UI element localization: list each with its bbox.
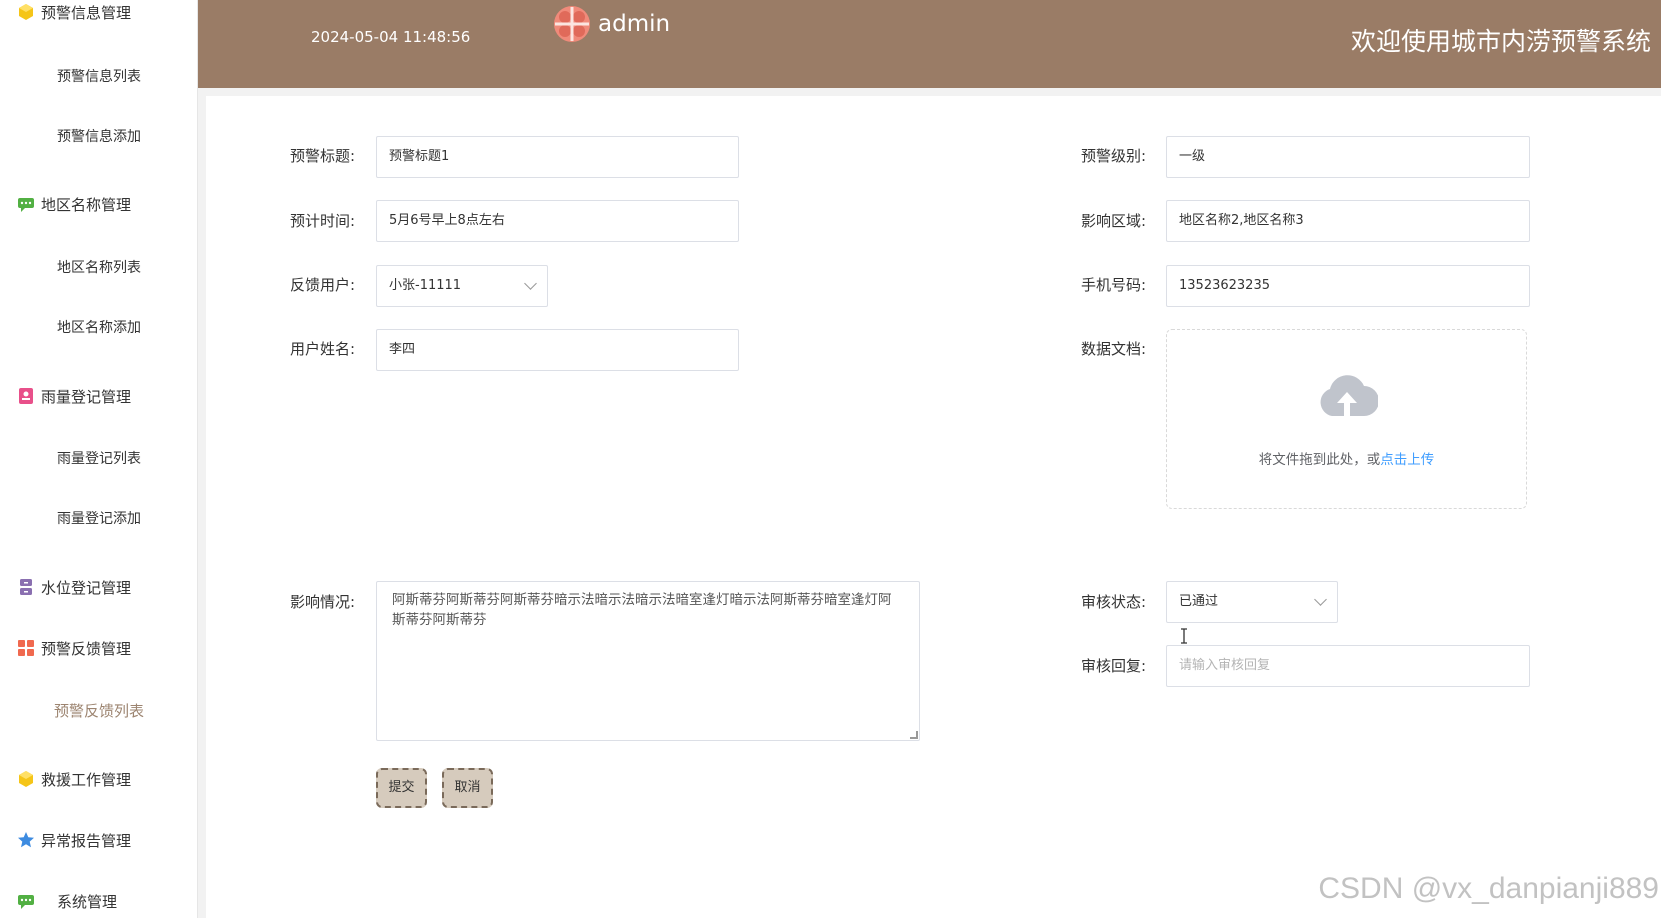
sidebar-group-water-level[interactable]: 水位登记管理 bbox=[17, 575, 131, 599]
sidebar-group-label: 救援工作管理 bbox=[41, 770, 132, 789]
grid-icon bbox=[17, 639, 35, 657]
feedback-user-select[interactable]: 小张-11111 bbox=[376, 265, 548, 307]
avatar[interactable] bbox=[553, 5, 591, 43]
cloud-upload-icon bbox=[1320, 375, 1378, 416]
review-status-select[interactable]: 已通过 bbox=[1166, 581, 1338, 623]
review-status-label: 审核状态: bbox=[1080, 593, 1146, 611]
review-reply-input[interactable]: 请输入审核回复 bbox=[1166, 645, 1530, 687]
review-reply-label: 审核回复: bbox=[1080, 657, 1146, 675]
feedback-user-label: 反馈用户: bbox=[289, 276, 355, 294]
impact-label: 影响情况: bbox=[289, 593, 355, 611]
sidebar-group-label: 异常报告管理 bbox=[41, 831, 132, 850]
sidebar-group-system[interactable]: 系统管理 bbox=[17, 889, 117, 913]
top-header: 2024-05-04 11:48:56 admin 欢迎使用城市内涝预警系统 bbox=[198, 0, 1661, 88]
sidebar-item-feedback-list[interactable]: 预警反馈列表 bbox=[0, 700, 197, 721]
drawer-icon bbox=[17, 578, 35, 596]
header-datetime: 2024-05-04 11:48:56 bbox=[311, 28, 471, 46]
review-reply-placeholder: 请输入审核回复 bbox=[1179, 658, 1271, 673]
upload-hint: 将文件拖到此处，或点击上传 bbox=[1167, 448, 1526, 468]
header-welcome-title: 欢迎使用城市内涝预警系统 bbox=[1350, 27, 1651, 56]
review-status-value: 已通过 bbox=[1179, 594, 1219, 609]
user-name-input[interactable]: 李四 bbox=[376, 329, 739, 371]
impact-text: 阿斯蒂芬阿斯蒂芬阿斯蒂芬暗示法暗示法暗示法暗室逢灯暗示法阿斯蒂芬暗室逢灯阿斯蒂芬… bbox=[392, 592, 892, 628]
sidebar-item-warning-list[interactable]: 预警信息列表 bbox=[0, 66, 197, 86]
warning-level-label: 预警级别: bbox=[1080, 147, 1146, 165]
watermark: CSDN @vx_danpianji889 bbox=[1318, 872, 1659, 905]
affected-area-label: 影响区域: bbox=[1080, 212, 1146, 230]
sidebar-item-rainfall-add[interactable]: 雨量登记添加 bbox=[0, 508, 197, 528]
file-upload-dropzone[interactable]: 将文件拖到此处，或点击上传 bbox=[1166, 329, 1527, 509]
submit-button[interactable]: 提交 bbox=[376, 768, 427, 808]
chat-icon bbox=[17, 892, 35, 910]
chevron-down-icon bbox=[1314, 593, 1327, 606]
cube-icon bbox=[17, 770, 35, 788]
id-card-icon bbox=[17, 387, 35, 405]
sidebar: 预警信息管理 预警信息列表 预警信息添加 地区名称管理 地区名称列表 地区名称添… bbox=[0, 0, 198, 918]
sidebar-item-warning-add[interactable]: 预警信息添加 bbox=[0, 126, 197, 146]
sidebar-group-label: 系统管理 bbox=[57, 892, 118, 911]
sidebar-group-warning-info[interactable]: 预警信息管理 bbox=[17, 0, 131, 24]
phone-label: 手机号码: bbox=[1080, 276, 1146, 294]
warning-title-label: 预警标题: bbox=[289, 147, 355, 165]
sidebar-group-rescue[interactable]: 救援工作管理 bbox=[17, 767, 131, 791]
chevron-down-icon bbox=[524, 277, 537, 290]
upload-link[interactable]: 点击上传 bbox=[1380, 452, 1434, 468]
app-root: 预警信息管理 预警信息列表 预警信息添加 地区名称管理 地区名称列表 地区名称添… bbox=[0, 0, 1661, 918]
data-doc-label: 数据文档: bbox=[1080, 340, 1146, 358]
sidebar-group-label: 预警反馈管理 bbox=[41, 639, 132, 658]
star-icon bbox=[17, 831, 35, 849]
affected-area-input[interactable]: 地区名称2,地区名称3 bbox=[1166, 200, 1530, 242]
sidebar-group-label: 水位登记管理 bbox=[41, 578, 132, 597]
sidebar-group-feedback[interactable]: 预警反馈管理 bbox=[17, 636, 131, 660]
header-username[interactable]: admin bbox=[598, 11, 670, 37]
sidebar-group-exception[interactable]: 异常报告管理 bbox=[17, 828, 131, 852]
chat-icon bbox=[17, 195, 35, 213]
estimated-time-input[interactable]: 5月6号早上8点左右 bbox=[376, 200, 739, 242]
resize-handle-icon[interactable] bbox=[910, 731, 918, 739]
upload-hint-text: 将文件拖到此处，或 bbox=[1258, 452, 1381, 468]
sidebar-item-region-list[interactable]: 地区名称列表 bbox=[0, 257, 197, 277]
sidebar-item-region-add[interactable]: 地区名称添加 bbox=[0, 317, 197, 337]
warning-title-input[interactable]: 预警标题1 bbox=[376, 136, 739, 178]
cube-icon bbox=[17, 3, 35, 21]
sidebar-group-rainfall[interactable]: 雨量登记管理 bbox=[17, 384, 131, 408]
warning-level-input[interactable]: 一级 bbox=[1166, 136, 1530, 178]
user-name-label: 用户姓名: bbox=[289, 340, 355, 358]
sidebar-item-rainfall-list[interactable]: 雨量登记列表 bbox=[0, 448, 197, 468]
phone-input[interactable]: 13523623235 bbox=[1166, 265, 1530, 307]
sidebar-group-label: 预警信息管理 bbox=[41, 3, 132, 22]
feedback-user-value: 小张-11111 bbox=[389, 278, 462, 293]
sidebar-group-region-name[interactable]: 地区名称管理 bbox=[17, 192, 131, 216]
estimated-time-label: 预计时间: bbox=[289, 212, 355, 230]
sidebar-group-label: 雨量登记管理 bbox=[41, 387, 132, 406]
sidebar-group-label: 地区名称管理 bbox=[41, 195, 132, 214]
impact-textarea[interactable]: 阿斯蒂芬阿斯蒂芬阿斯蒂芬暗示法暗示法暗示法暗室逢灯暗示法阿斯蒂芬暗室逢灯阿斯蒂芬… bbox=[376, 581, 920, 741]
text-cursor-icon bbox=[1181, 628, 1187, 644]
cancel-button[interactable]: 取消 bbox=[442, 768, 493, 808]
